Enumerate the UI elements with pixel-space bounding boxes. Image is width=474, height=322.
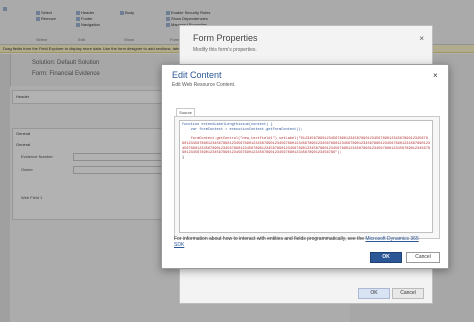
edit-content-subtitle: Edit Web Resource Content. xyxy=(172,82,236,88)
code-line-2: var formContext = executionContext.getFo… xyxy=(182,127,303,132)
sdk-info-text: For information about how to interact wi… xyxy=(174,236,420,248)
close-icon[interactable]: × xyxy=(433,71,438,80)
form-properties-subtitle: Modify this form's properties. xyxy=(193,47,257,53)
source-frame: function extendLabelLengthissue(context)… xyxy=(174,116,440,239)
edit-content-dialog: Edit Content Edit Web Resource Content. … xyxy=(161,64,449,269)
form-properties-title: Form Properties xyxy=(193,33,258,43)
form-properties-ok-button[interactable]: OK xyxy=(358,288,390,299)
cancel-button[interactable]: Cancel xyxy=(406,252,440,263)
form-properties-close-icon[interactable]: × xyxy=(419,34,424,43)
source-editor[interactable]: function extendLabelLengthissue(context)… xyxy=(179,120,433,233)
form-properties-cancel-button[interactable]: Cancel xyxy=(392,288,424,299)
code-line-3: formContext.getControl("new_textfield1")… xyxy=(182,137,431,156)
code-line-1: function extendLabelLengthissue(context)… xyxy=(182,123,273,127)
code-line-4: } xyxy=(182,155,185,160)
edit-content-title: Edit Content xyxy=(172,70,222,80)
sdk-info-label: For information about how to interact wi… xyxy=(174,236,364,242)
ok-button[interactable]: OK xyxy=(370,252,402,263)
